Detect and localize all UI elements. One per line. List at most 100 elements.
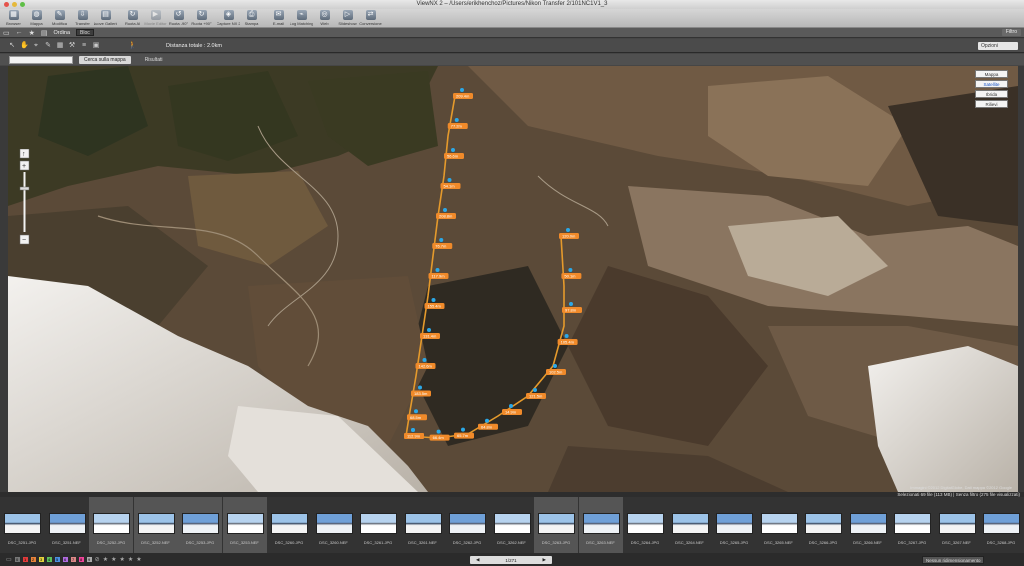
export-tool-icon[interactable]: ▣ — [92, 42, 100, 50]
route-tool-icon[interactable]: ≡ — [80, 42, 88, 50]
pin-tool-icon[interactable]: ⌖ — [32, 42, 40, 50]
filmstrip-thumbnail[interactable]: DSC_3267.NEF — [935, 497, 979, 553]
map-canvas[interactable]: 209.4m 77.2m 56.6m 54.1m 208.8m 76.7m 117.9m 15… — [8, 66, 1018, 492]
filter-button[interactable]: Filtro — [1001, 29, 1021, 36]
photo-pin[interactable] — [422, 358, 427, 362]
toolbar-print-button[interactable]: ⎙ Stampa — [240, 9, 263, 28]
map-search-button[interactable]: Cerca sulla mappa — [79, 55, 131, 64]
color-label-2[interactable]: 2 — [30, 557, 36, 562]
filmstrip-thumbnail[interactable]: DSC_3266.NEF — [846, 497, 890, 553]
options-dropdown[interactable]: Opzioni — [978, 42, 1018, 50]
filmstrip-thumbnail[interactable]: DSC_3262.NEF — [490, 497, 534, 553]
photo-pin[interactable] — [427, 328, 431, 332]
map-type-ibrida-button[interactable]: Ibrida — [975, 90, 1008, 98]
photo-pin[interactable] — [569, 302, 573, 306]
favorite-icon[interactable]: ★ — [29, 29, 35, 37]
toolbar-capture-button[interactable]: ◈ Capture NX 2 — [217, 9, 240, 28]
photo-pin[interactable] — [443, 208, 447, 212]
color-label-1[interactable]: 1 — [22, 557, 28, 562]
photo-pin[interactable] — [447, 178, 452, 182]
no-rating-icon[interactable]: ⊘ — [95, 556, 100, 563]
layout-icon[interactable]: ▭ — [3, 29, 10, 37]
sort-select[interactable]: Bloc — [76, 29, 94, 36]
toolbar-edit-button[interactable]: ✎ Modifica — [48, 9, 71, 28]
photo-pin[interactable] — [553, 364, 557, 368]
toolbar-log-matching-button[interactable]: ⌁ Log Matching — [290, 9, 313, 28]
minimize-window-button[interactable] — [12, 2, 17, 7]
filmstrip-thumbnail[interactable]: DSC_3265.NEF — [757, 497, 801, 553]
rating-star-icon[interactable]: ★ — [119, 556, 124, 563]
toolbar-convert-button[interactable]: ⇄ Conversione — [359, 9, 382, 28]
photo-pin[interactable] — [418, 385, 422, 390]
gps-tool-icon[interactable]: ✎ — [44, 42, 52, 50]
toolbar-transfer-button[interactable]: ⇩ Transfer — [71, 9, 94, 28]
rating-star-icon[interactable]: ★ — [128, 556, 133, 563]
filmstrip-thumbnail[interactable]: DSC_3262.JPG — [445, 497, 489, 553]
photo-pin[interactable] — [414, 409, 418, 414]
filmstrip-thumbnail[interactable]: DSC_3264.NEF — [668, 497, 712, 553]
photo-pin[interactable] — [435, 268, 440, 272]
photo-pin[interactable] — [411, 428, 415, 432]
map-search-input[interactable] — [9, 55, 73, 64]
pointer-tool-icon[interactable]: ↖ — [8, 42, 16, 50]
toolbar-slideshow-button[interactable]: ▷ Slideshow — [336, 9, 359, 28]
color-label-9[interactable]: 9 — [86, 557, 92, 562]
photo-pin[interactable] — [460, 88, 464, 92]
color-label-7[interactable]: 7 — [70, 557, 76, 562]
photo-pin[interactable] — [568, 268, 573, 272]
color-label-0[interactable]: 0 — [14, 557, 20, 562]
filmstrip-thumbnail[interactable]: DSC_3260.JPG — [267, 497, 311, 553]
toolbar-movie-button[interactable]: ▶ Movie Editor — [144, 9, 167, 28]
satellite-map[interactable]: 209.4m 77.2m 56.6m 54.1m 208.8m 76.7m 117.9m 15… — [8, 66, 1018, 492]
filmstrip-thumbnail[interactable]: DSC_3252.JPG — [89, 497, 133, 553]
right-panel-collapse[interactable] — [1018, 66, 1024, 492]
map-type-rilievi-button[interactable]: Rilievi — [975, 100, 1008, 108]
color-label-8[interactable]: 8 — [78, 557, 84, 562]
toolbar-browser-button[interactable]: ▦ Browser — [2, 9, 25, 28]
resize-select[interactable]: Nessun ridimensionamento — [922, 556, 984, 564]
photo-pin[interactable] — [439, 238, 444, 242]
photo-pin[interactable] — [461, 427, 465, 432]
toolbar-email-button[interactable]: ✉ E-mail — [267, 9, 290, 28]
rating-star-icon[interactable]: ★ — [103, 556, 108, 563]
filmstrip-thumbnail[interactable]: DSC_3261.NEF — [401, 497, 445, 553]
filmstrip-thumbnail[interactable]: DSC_3252.NEF — [133, 497, 178, 553]
photo-pin[interactable] — [454, 118, 459, 122]
next-page-button[interactable]: ▶ — [543, 557, 546, 563]
color-label-4[interactable]: 4 — [46, 557, 52, 562]
color-label-5[interactable]: 5 — [54, 557, 60, 562]
wrench-tool-icon[interactable]: ⚒ — [68, 42, 76, 50]
rating-star-icon[interactable]: ★ — [136, 556, 141, 563]
toolbar-web-button[interactable]: ◎ Web — [313, 9, 336, 28]
hand-tool-icon[interactable]: ✋ — [20, 42, 29, 50]
filmstrip-thumbnail[interactable]: DSC_3267.JPG — [890, 497, 934, 553]
close-window-button[interactable] — [4, 2, 9, 7]
toolbar-rotate-left-button[interactable]: ↺ Ruota -90° — [167, 9, 190, 28]
photo-pin[interactable] — [436, 429, 441, 434]
back-arrow-icon[interactable]: ← — [16, 29, 23, 36]
toolbar-rotate-right-button[interactable]: ↻ Ruota +90° — [190, 9, 213, 28]
map-type-mappa-button[interactable]: Mappa — [975, 70, 1008, 78]
toolbar-folder-button[interactable]: ▤Nuove Gallerie — [94, 9, 117, 28]
filmstrip-thumbnail[interactable]: DSC_3263.NEF — [578, 497, 623, 553]
photo-pin[interactable] — [533, 388, 537, 392]
color-label-3[interactable]: 3 — [38, 557, 44, 562]
photo-pin[interactable] — [564, 334, 569, 338]
photo-pin[interactable] — [485, 418, 489, 423]
filmstrip-thumbnail[interactable]: DSC_3263.JPG — [534, 497, 578, 553]
photo-pin[interactable] — [431, 298, 436, 302]
photo-pin[interactable] — [509, 404, 513, 408]
track-tool-icon[interactable]: ▦ — [56, 42, 64, 50]
photo-pin[interactable] — [451, 148, 455, 152]
view-icon[interactable]: ▭ — [6, 556, 12, 563]
filmstrip-thumbnail[interactable]: DSC_3266.JPG — [801, 497, 845, 553]
zoom-window-button[interactable] — [20, 2, 25, 7]
left-panel-collapse[interactable] — [0, 66, 8, 492]
color-label-6[interactable]: 6 — [62, 557, 68, 562]
filmstrip-thumbnail[interactable]: DSC_3260.NEF — [312, 497, 356, 553]
filmstrip-thumbnail[interactable]: DSC_3253.NEF — [222, 497, 267, 553]
filmstrip-thumbnail[interactable]: DSC_3261.JPG — [356, 497, 400, 553]
filmstrip-thumbnail[interactable]: DSC_3253.JPG — [178, 497, 222, 553]
toolbar-map-button[interactable]: ◍ Mappa — [25, 9, 48, 28]
filmstrip-thumbnail[interactable]: DSC_3265.JPG — [712, 497, 756, 553]
